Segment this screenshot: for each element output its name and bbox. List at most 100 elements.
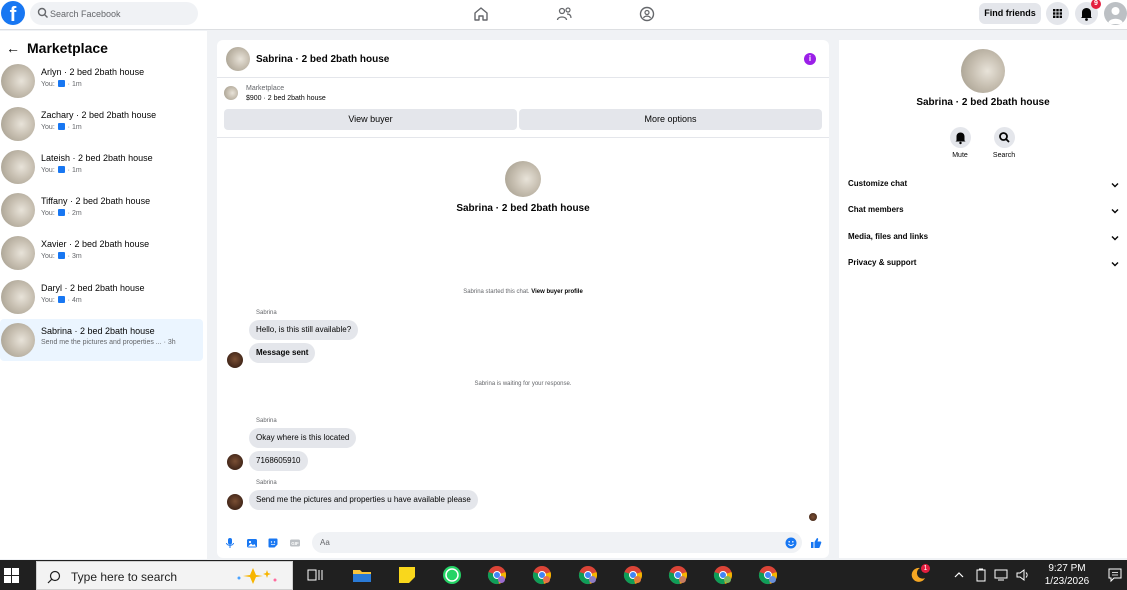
listing-price-title: $900 · 2 bed 2bath house [246,95,326,102]
volume-icon[interactable] [1015,565,1031,585]
search-in-chat-button[interactable]: Search [984,127,1024,159]
account-avatar[interactable] [1104,2,1127,25]
chevron-down-icon [1111,209,1119,214]
media-files-links-row[interactable]: Media, files and links [848,228,1120,248]
search-facebook-box[interactable] [30,2,198,25]
listing-thumbnail [1,193,35,227]
conversation-name: Zachary · 2 bed 2bath house [41,110,157,120]
conversation-item[interactable]: Xavier · 2 bed 2bath house You: · 3m [0,232,203,274]
listing-thumbnail [1,150,35,184]
listing-thumbnail [1,323,35,357]
chrome-profile-icon[interactable] [532,565,552,585]
search-icon [998,132,1010,143]
find-friends-button[interactable]: Find friends [979,3,1041,24]
search-icon [47,570,61,584]
taskbar-search-text: Type here to search [71,570,178,584]
listing-thumbnail [1,107,35,141]
mute-button[interactable]: Mute [940,127,980,159]
section-label: Media, files and links [848,232,929,241]
conversation-item-selected[interactable]: Sabrina · 2 bed 2bath house Send me the … [0,319,203,361]
more-options-button[interactable]: More options [519,109,822,130]
conversation-item[interactable]: Zachary · 2 bed 2bath house You: · 1m [0,103,203,145]
chevron-down-icon [1111,183,1119,188]
facebook-logo-icon[interactable]: f [1,1,25,25]
profile-avatar[interactable] [505,161,541,197]
windows-start-icon[interactable] [4,568,19,583]
chat-members-row[interactable]: Chat members [848,201,1120,221]
chevron-up-icon[interactable] [952,565,966,585]
chat-avatar[interactable] [226,47,250,71]
whatsapp-icon[interactable] [442,565,462,585]
clock[interactable]: 9:27 PM 1/23/2026 [1041,562,1093,588]
friends-icon[interactable] [555,5,573,23]
chrome-profile-icon[interactable] [578,565,598,585]
clock-time: 9:27 PM [1048,563,1086,574]
back-arrow-icon[interactable]: ← [6,40,20,56]
conversation-item[interactable]: Daryl · 2 bed 2bath house You: · 4m [0,276,203,318]
sticky-notes-icon[interactable] [397,565,417,585]
sidebar-title: Marketplace [27,40,108,56]
marketplace-label: Marketplace [246,85,285,92]
info-icon[interactable]: i [804,53,816,65]
conversation-item[interactable]: Tiffany · 2 bed 2bath house You: · 2m [0,189,203,231]
thumbs-up-icon[interactable] [810,537,822,549]
sender-avatar[interactable] [227,454,243,470]
sender-name: Sabrina [256,480,277,486]
home-icon[interactable] [472,5,490,23]
conversation-preview: You: · 1m [41,123,82,131]
conversation-name: Sabrina · 2 bed 2bath house [41,326,155,336]
conversation-item[interactable]: Lateish · 2 bed 2bath house You: · 1m [0,146,203,188]
mute-label: Mute [952,152,968,159]
sticker-icon[interactable] [267,537,279,549]
sender-name: Sabrina [256,418,277,424]
chrome-profile-icon[interactable] [668,565,688,585]
chat-title[interactable]: Sabrina · 2 bed 2bath house [256,54,389,65]
listing-thumbnail [1,236,35,270]
conversation-preview: Send me the pictures and properties ... … [41,339,176,346]
message-bubble: Send me the pictures and properties u ha… [249,490,478,510]
task-view-icon[interactable] [305,565,325,585]
conversation-name: Xavier · 2 bed 2bath house [41,239,150,249]
message-input[interactable] [312,532,802,553]
chevron-down-icon [1111,236,1119,241]
thumbs-up-icon [57,80,65,87]
message-composer: GIF [217,528,829,558]
sender-name: Sabrina [256,310,277,316]
notification-count-badge: 9 [1091,0,1101,9]
chrome-profile-icon[interactable] [758,565,778,585]
chat-header: Sabrina · 2 bed 2bath house i [217,40,829,78]
profile-name: Sabrina · 2 bed 2bath house [456,203,590,214]
chrome-profile-icon[interactable] [487,565,507,585]
search-input[interactable] [50,5,190,22]
conversation-preview: You: · 1m [41,166,82,174]
conversation-item[interactable]: Arlyn · 2 bed 2bath house You: · 1m [0,60,203,102]
gif-icon[interactable]: GIF [289,537,301,549]
user-silhouette-icon [1108,7,1123,24]
listing-thumbnail [224,86,238,100]
view-buyer-button[interactable]: View buyer [224,109,517,130]
network-icon[interactable] [994,565,1010,585]
menu-button[interactable] [1046,2,1069,25]
conversation-preview: You: · 1m [41,80,82,88]
battery-icon[interactable] [974,565,988,585]
chrome-profile-icon[interactable] [713,565,733,585]
microphone-icon[interactable] [224,537,236,549]
customize-chat-row[interactable]: Customize chat [848,175,1120,195]
privacy-support-row[interactable]: Privacy & support [848,254,1120,274]
conversation-preview: You: · 4m [41,296,82,304]
file-explorer-icon[interactable] [352,565,372,585]
notification-center-icon[interactable] [1106,565,1124,585]
details-avatar[interactable] [961,49,1005,93]
sender-avatar[interactable] [227,494,243,510]
photo-icon[interactable] [246,537,258,549]
thumbs-up-icon [57,252,65,259]
chrome-profile-icon[interactable] [623,565,643,585]
section-label: Customize chat [848,179,908,188]
sender-avatar[interactable] [227,352,243,368]
view-buyer-profile-link[interactable]: View buyer profile [531,289,583,295]
groups-icon[interactable] [638,5,656,23]
conversation-name: Tiffany · 2 bed 2bath house [41,196,151,206]
emoji-icon[interactable] [785,537,797,549]
taskbar-search-box[interactable]: Type here to search [36,561,293,590]
thumbs-up-icon [57,166,65,173]
